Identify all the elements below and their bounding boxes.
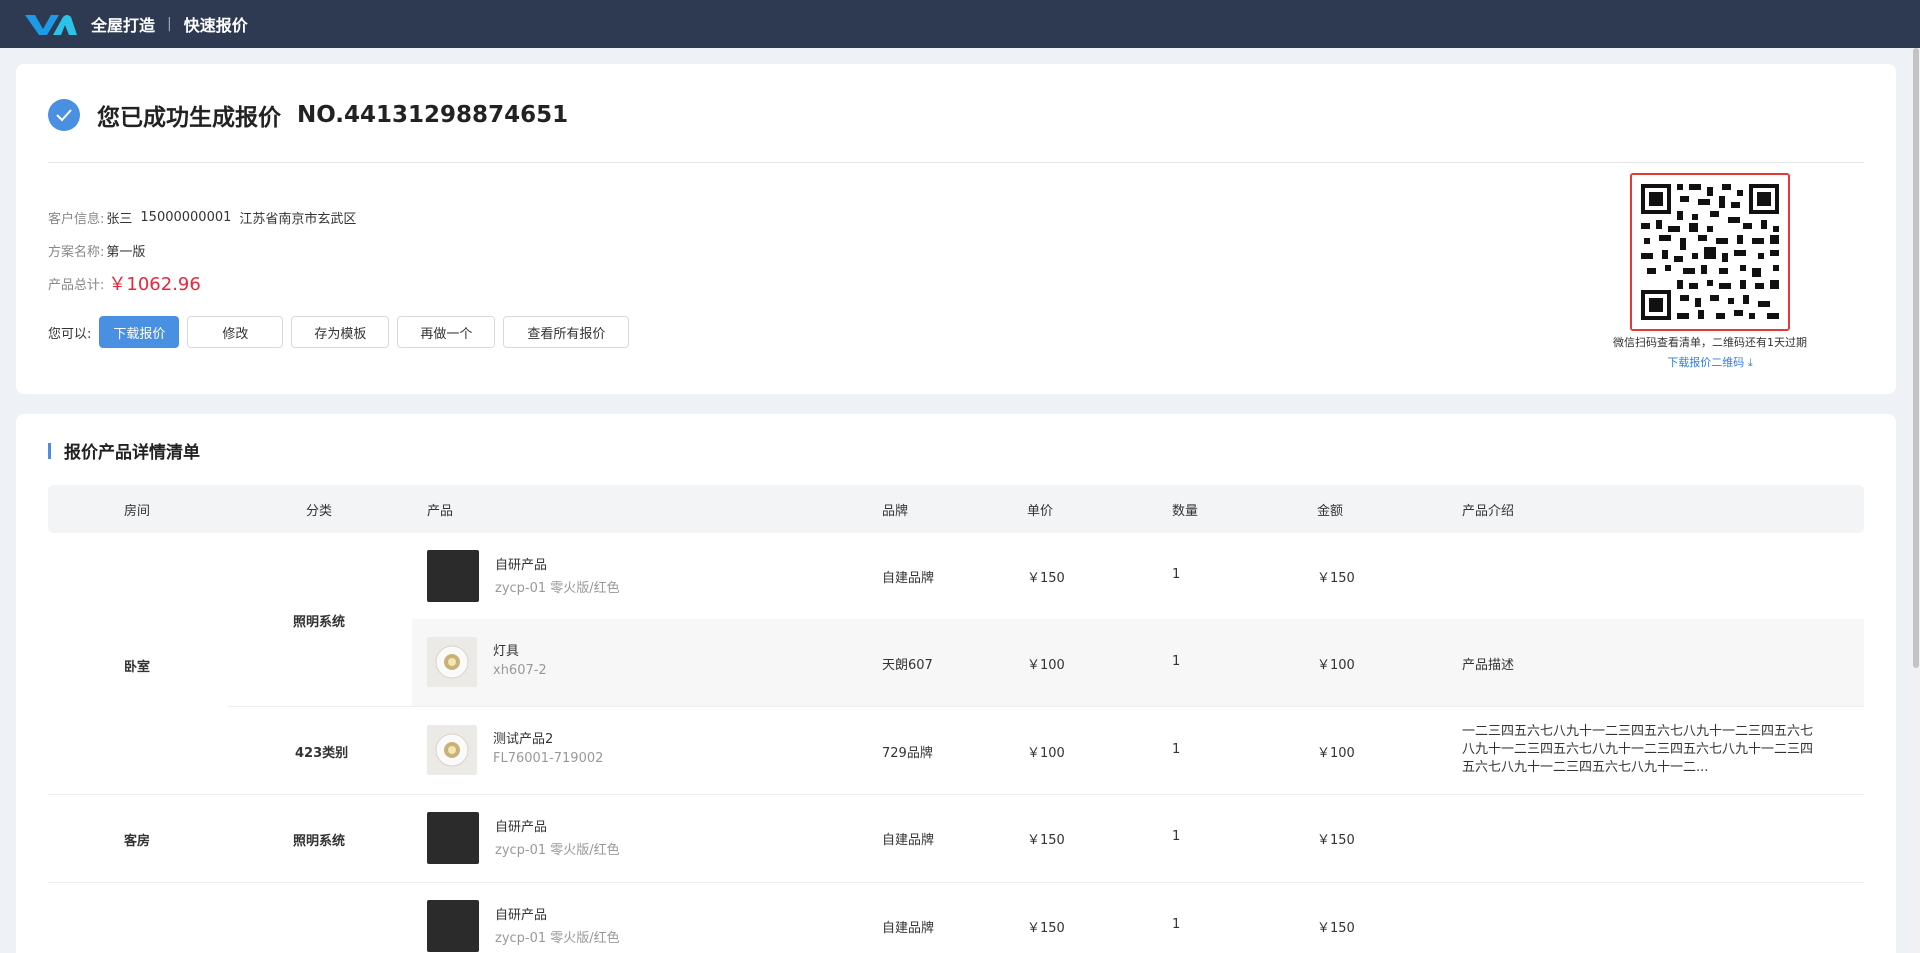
quote-summary-card: 您已成功生成报价 NO.44131298874651 客户信息: 张三 1500… — [16, 64, 1896, 394]
download-quote-button[interactable]: 下载报价 — [99, 316, 180, 348]
qr-code — [1630, 173, 1790, 331]
top-bar: 全屋打造 | 快速报价 — [0, 0, 1920, 48]
unit-price-cell: ￥150 — [1027, 921, 1065, 936]
header-separator: | — [167, 16, 172, 32]
customer-name: 张三 — [106, 212, 133, 227]
downlight-icon — [435, 645, 469, 679]
save-template-button[interactable]: 存为模板 — [291, 316, 390, 348]
product-code: zycp-01 零火版/红色 — [495, 843, 620, 858]
quantity-cell: 1 — [1172, 917, 1181, 932]
table-row[interactable]: 自研产品 zycp-01 零火版/红色 自建品牌 ￥150 1 ￥150 — [16, 883, 1896, 953]
product-thumbnail — [427, 900, 479, 952]
intro-cell: 产品描述 — [1462, 658, 1515, 673]
edit-button[interactable]: 修改 — [187, 316, 284, 348]
unit-price-cell: ￥150 — [1027, 833, 1065, 848]
brand-cell: 自建品牌 — [882, 571, 935, 586]
product-thumbnail — [427, 725, 477, 775]
total-info: 产品总计: ￥1062.96 — [48, 270, 201, 296]
intro-cell: 一二三四五六七八九十一二三四五六七八九十一二三四五六七八九十一二三四五六七八九十… — [1462, 724, 1814, 775]
col-amount: 金额 — [1317, 504, 1344, 519]
product-code: zycp-01 零火版/红色 — [495, 931, 620, 946]
product-list-card: 报价产品详情清单 房间 分类 产品 品牌 单价 数量 金额 产品介绍 卧室 照明… — [16, 414, 1896, 953]
product-name: 自研产品 — [495, 820, 548, 835]
amount-cell: ￥100 — [1317, 746, 1355, 761]
unit-price-cell: ￥150 — [1027, 571, 1065, 586]
product-code: zycp-01 零火版/红色 — [495, 581, 620, 596]
col-category: 分类 — [306, 504, 333, 519]
redo-button[interactable]: 再做一个 — [397, 316, 496, 348]
section-accent-bar — [48, 442, 51, 459]
customer-address: 江苏省南京市玄武区 — [239, 212, 357, 227]
product-name: 测试产品2 — [493, 732, 554, 747]
product-thumbnail — [427, 812, 479, 864]
table-row[interactable]: 测试产品2 FL76001-719002 729品牌 ￥100 1 ￥100 一… — [16, 707, 1896, 794]
brand-cell: 729品牌 — [882, 746, 933, 761]
action-bar: 您可以: 下载报价 修改 存为模板 再做一个 查看所有报价 — [48, 316, 637, 348]
col-unit-price: 单价 — [1027, 504, 1054, 519]
col-room: 房间 — [124, 504, 151, 519]
plan-info: 方案名称: 第一版 — [48, 241, 145, 260]
brand-cell: 自建品牌 — [882, 921, 935, 936]
col-intro: 产品介绍 — [1462, 504, 1515, 519]
total-label: 产品总计: — [48, 277, 105, 293]
qr-download-label[interactable]: 下载报价二维码 — [1667, 356, 1744, 369]
app-brand[interactable]: 全屋打造 — [91, 12, 155, 36]
col-quantity: 数量 — [1172, 504, 1199, 519]
page-scrollbar[interactable] — [1912, 48, 1920, 953]
success-header: 您已成功生成报价 NO.44131298874651 — [48, 98, 568, 132]
amount-cell: ￥100 — [1317, 658, 1355, 673]
quantity-cell: 1 — [1172, 829, 1181, 844]
table-row[interactable]: 自研产品 zycp-01 零火版/红色 自建品牌 ￥150 1 ￥150 — [16, 533, 1896, 619]
product-name: 灯具 — [493, 644, 520, 659]
view-all-quotes-button[interactable]: 查看所有报价 — [503, 316, 630, 348]
product-thumbnail — [427, 550, 479, 602]
brand-cell: 天朗607 — [882, 658, 933, 673]
brand-logo-icon[interactable] — [23, 11, 79, 37]
customer-info: 客户信息: 张三 15000000001 江苏省南京市玄武区 — [48, 208, 356, 227]
amount-cell: ￥150 — [1317, 921, 1355, 936]
qr-download-link[interactable]: 下载报价二维码 ⤓ — [1600, 354, 1820, 370]
quantity-cell: 1 — [1172, 742, 1181, 757]
table-header: 房间 分类 产品 品牌 单价 数量 金额 产品介绍 — [48, 485, 1864, 533]
quantity-cell: 1 — [1172, 654, 1181, 669]
brand-cell: 自建品牌 — [882, 833, 935, 848]
customer-phone: 15000000001 — [140, 210, 232, 225]
scrollbar-thumb[interactable] — [1913, 48, 1919, 668]
qr-note: 微信扫码查看清单，二维码还有1天过期 — [1613, 336, 1807, 349]
product-code: FL76001-719002 — [493, 751, 604, 766]
total-price: ￥1062.96 — [108, 274, 201, 295]
actions-label: 您可以: — [48, 326, 92, 342]
room-bedroom: 卧室 — [124, 660, 151, 675]
product-name: 自研产品 — [495, 558, 548, 573]
section-header: 报价产品详情清单 — [48, 438, 200, 463]
page-subtitle: 快速报价 — [183, 16, 248, 35]
product-name: 自研产品 — [495, 908, 548, 923]
downlight-icon — [435, 733, 469, 767]
amount-cell: ￥150 — [1317, 571, 1355, 586]
col-product: 产品 — [427, 504, 454, 519]
download-arrow-icon[interactable]: ⤓ — [1748, 356, 1753, 369]
qr-code-icon — [1632, 175, 1788, 329]
unit-price-cell: ￥100 — [1027, 658, 1065, 673]
section-title: 报价产品详情清单 — [64, 443, 200, 463]
divider — [48, 162, 1864, 163]
quantity-cell: 1 — [1172, 567, 1181, 582]
table-row[interactable]: 自研产品 zycp-01 零火版/红色 自建品牌 ￥150 1 ￥150 — [16, 795, 1896, 881]
plan-label: 方案名称: — [48, 245, 105, 260]
plan-name: 第一版 — [106, 245, 146, 260]
table-row[interactable]: 灯具 xh607-2 天朗607 ￥100 1 ￥100 产品描述 — [412, 619, 1864, 706]
customer-info-label: 客户信息: — [48, 212, 105, 227]
product-code: xh607-2 — [493, 663, 547, 678]
product-thumbnail — [427, 637, 477, 687]
success-check-icon — [48, 99, 80, 131]
unit-price-cell: ￥100 — [1027, 746, 1065, 761]
amount-cell: ￥150 — [1317, 833, 1355, 848]
success-title: 您已成功生成报价 — [97, 105, 281, 131]
order-number: NO.44131298874651 — [297, 102, 569, 128]
col-brand: 品牌 — [882, 504, 909, 519]
